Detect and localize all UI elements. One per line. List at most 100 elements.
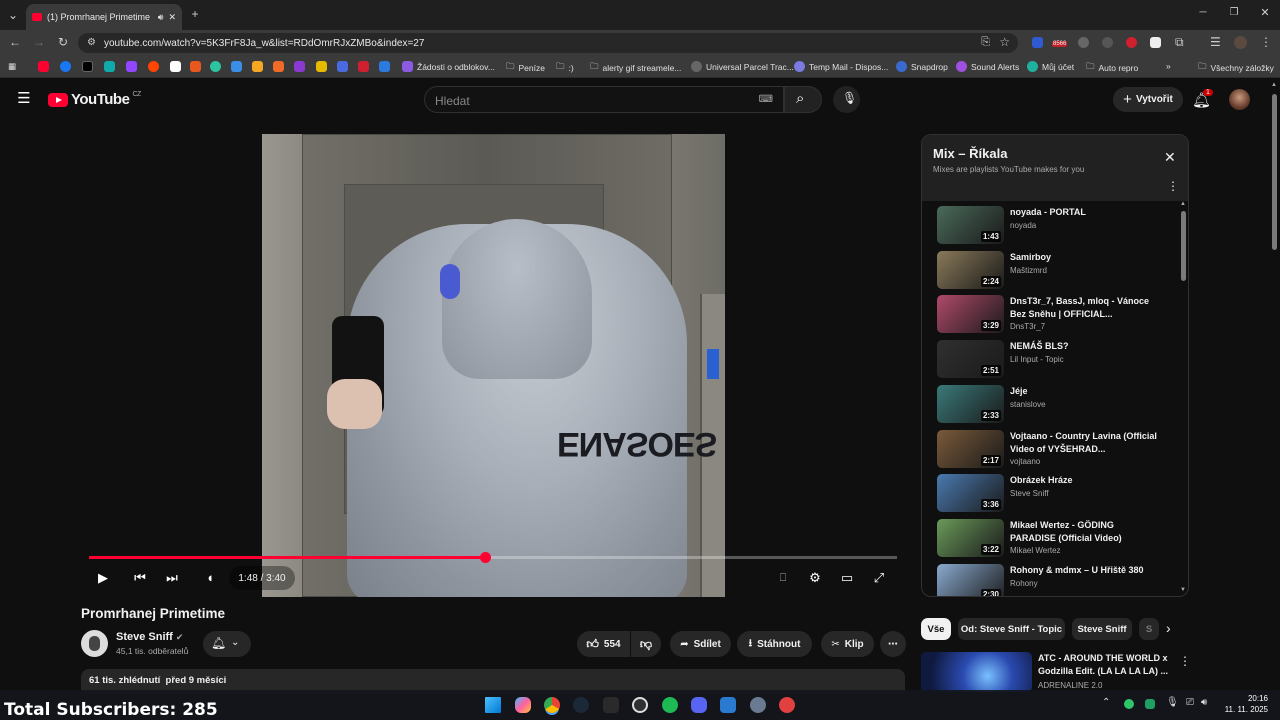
microphone-tray-icon[interactable]: 🎙︎ (1166, 697, 1179, 708)
bookmark-icon[interactable] (379, 61, 390, 72)
channel-name[interactable]: Steve Sniff ✔ (116, 631, 183, 643)
copilot-icon[interactable] (515, 697, 531, 713)
bookmark-item-9[interactable]: 🗀︎ Auto repro (1086, 61, 1138, 75)
recommended-video[interactable]: ATC - AROUND THE WORLD x Godzilla Edit. … (921, 652, 1191, 692)
recommended-menu-icon[interactable]: ⋮ (1179, 654, 1191, 668)
forward-icon[interactable]: → (32, 35, 46, 49)
bookmark-icon[interactable] (210, 61, 221, 72)
settings-icon[interactable] (750, 697, 766, 713)
playlist-item[interactable]: 2:24 Samirboy Maštizmrd (937, 250, 1177, 291)
like-button[interactable]: 👍︎ 554 (577, 631, 630, 657)
bookmark-item-5[interactable]: Temp Mail - Dispos... (794, 61, 888, 72)
spotify-icon[interactable] (662, 697, 678, 713)
tab-list-icon[interactable]: ⌄ (6, 8, 20, 22)
chip-more[interactable]: S (1139, 618, 1159, 640)
scroll-up-icon[interactable]: ▲ (1180, 201, 1186, 207)
bookmark-item-0[interactable]: Žádosti o odblokov... (402, 61, 495, 72)
bookmark-icon[interactable] (358, 61, 369, 72)
speaker-icon[interactable]: 🔊︎ (1201, 697, 1207, 708)
playlist-item[interactable]: 2:30 Rohony & mdmx – U Hřiště 380 Rohony (937, 563, 1177, 596)
bookmark-item-3[interactable]: 🗀︎ alerty gif streamele... (590, 61, 681, 75)
search-input[interactable]: Hledat ⌨ (424, 86, 784, 113)
dislike-button[interactable]: 👎︎ (631, 631, 661, 657)
scroll-down-icon[interactable]: ▼ (1180, 587, 1186, 593)
share-button[interactable]: ➦ Sdílet (670, 631, 731, 657)
subscription-bell-button[interactable]: 🔔︎ ⌄ (203, 631, 251, 657)
playlist-menu-icon[interactable]: ⋮ (1167, 179, 1179, 193)
chip-channel[interactable]: Steve Sniff (1072, 618, 1132, 640)
progress-scrubber[interactable] (479, 552, 491, 563)
windows-start-icon[interactable] (485, 697, 501, 713)
install-icon[interactable]: ⎘ (981, 36, 990, 49)
page-scroll-up-icon[interactable]: ▲ (1271, 82, 1277, 88)
bookmark-item-4[interactable]: Universal Parcel Trac... (691, 61, 794, 72)
extension-icon[interactable] (1150, 37, 1161, 48)
restore-icon[interactable]: ❐ (1227, 6, 1241, 20)
playlist-item[interactable]: 2:33 Jéje stanislove (937, 384, 1177, 425)
audio-icon[interactable]: 🔊︎ (158, 12, 164, 23)
theater-mode-icon[interactable]: ▭ (837, 568, 857, 588)
discord-icon[interactable] (691, 697, 707, 713)
browser-menu-icon[interactable]: ⋮ (1259, 35, 1273, 49)
bookmark-icon[interactable] (231, 61, 242, 72)
site-info-icon[interactable]: ⚙ (87, 37, 96, 48)
channel-avatar[interactable] (81, 630, 108, 657)
tray-chevron-icon[interactable]: ⌃ (1102, 697, 1110, 708)
playlist-item[interactable]: 3:22 Mikael Wertez - GÖDING PARADISE (Off… (937, 518, 1177, 559)
app-icon[interactable] (779, 697, 795, 713)
more-bookmarks-icon[interactable]: » (1166, 61, 1171, 71)
tray-app-icon[interactable] (1124, 699, 1134, 709)
search-button[interactable]: ⌕ (784, 86, 822, 113)
bookmark-icon-x[interactable] (82, 61, 93, 72)
youtube-logo[interactable]: YouTube CZ (48, 91, 141, 108)
network-icon[interactable]: ⎚ (1186, 697, 1194, 708)
profile-avatar[interactable] (1234, 36, 1247, 49)
new-tab-icon[interactable]: + (188, 7, 202, 21)
all-bookmarks[interactable]: 🗀︎ Všechny záložky (1198, 61, 1274, 75)
bookmark-icon[interactable] (337, 61, 348, 72)
epic-games-icon[interactable] (603, 697, 619, 713)
progress-bar[interactable] (89, 552, 897, 563)
playlist-item[interactable]: 2:51 NEMÁŠ BLS? Lil Input - Topic (937, 340, 1177, 380)
puzzle-icon[interactable]: ⧉ (1175, 35, 1184, 50)
fullscreen-icon[interactable]: ⤢ (869, 568, 889, 588)
bookmark-icon[interactable] (273, 61, 284, 72)
bookmark-icon-youtube[interactable] (38, 61, 49, 72)
steam-icon[interactable] (573, 697, 589, 713)
video-frame[interactable]: ENASOES (262, 134, 725, 597)
extension-icon[interactable] (1126, 37, 1137, 48)
more-actions-button[interactable]: ⋯ (880, 631, 906, 657)
bookmark-item-7[interactable]: Sound Alerts (956, 61, 1019, 72)
bookmark-item-6[interactable]: Snapdrop (896, 61, 948, 72)
bookmark-icon[interactable] (294, 61, 305, 72)
reload-icon[interactable]: ↻ (56, 35, 70, 49)
download-button[interactable]: ⭳ Stáhnout (737, 631, 812, 657)
close-tab-icon[interactable]: ✕ (168, 12, 176, 23)
extension-icon[interactable] (1102, 37, 1113, 48)
chrome-icon[interactable] (544, 697, 560, 713)
apps-icon[interactable]: ▦ (8, 61, 16, 72)
bookmark-icon-reddit[interactable] (148, 61, 159, 72)
playlist-scrollbar[interactable] (1181, 211, 1186, 281)
chip-all[interactable]: Vše (921, 618, 951, 640)
minimize-icon[interactable]: ─ (1196, 6, 1210, 20)
bookmark-icon[interactable] (316, 61, 327, 72)
playlist-item[interactable]: 3:36 Obrázek Hráze Steve Sniff (937, 474, 1177, 514)
chip-from-channel[interactable]: Od: Steve Sniff - Topic (958, 618, 1065, 640)
clip-button[interactable]: ✂ Klip (821, 631, 874, 657)
system-clock[interactable]: 20:16 11. 11. 2025 (1224, 693, 1268, 715)
playlist-item[interactable]: 2:17 Vojtaano - Country Lavina (Official … (937, 429, 1177, 470)
bookmark-icon[interactable] (252, 61, 263, 72)
bookmark-item-2[interactable]: 🗀︎:) (556, 61, 574, 75)
back-icon[interactable]: ← (8, 35, 22, 49)
media-icon[interactable]: ☰ (1210, 35, 1221, 49)
photos-icon[interactable] (720, 697, 736, 713)
next-icon[interactable]: ⏭︎ (162, 568, 182, 588)
voice-search-button[interactable]: 🎙︎ (833, 86, 860, 113)
keyboard-icon[interactable]: ⌨ (759, 94, 773, 105)
bookmark-star-icon[interactable]: ☆ (999, 35, 1010, 49)
address-bar[interactable]: ⚙ youtube.com/watch?v=5K3FrF8Ja_w&list=R… (78, 33, 1018, 53)
previous-icon[interactable]: ⏮︎ (130, 568, 150, 588)
close-window-icon[interactable]: ✕ (1258, 6, 1272, 20)
volume-icon[interactable]: ◖ (200, 568, 220, 588)
